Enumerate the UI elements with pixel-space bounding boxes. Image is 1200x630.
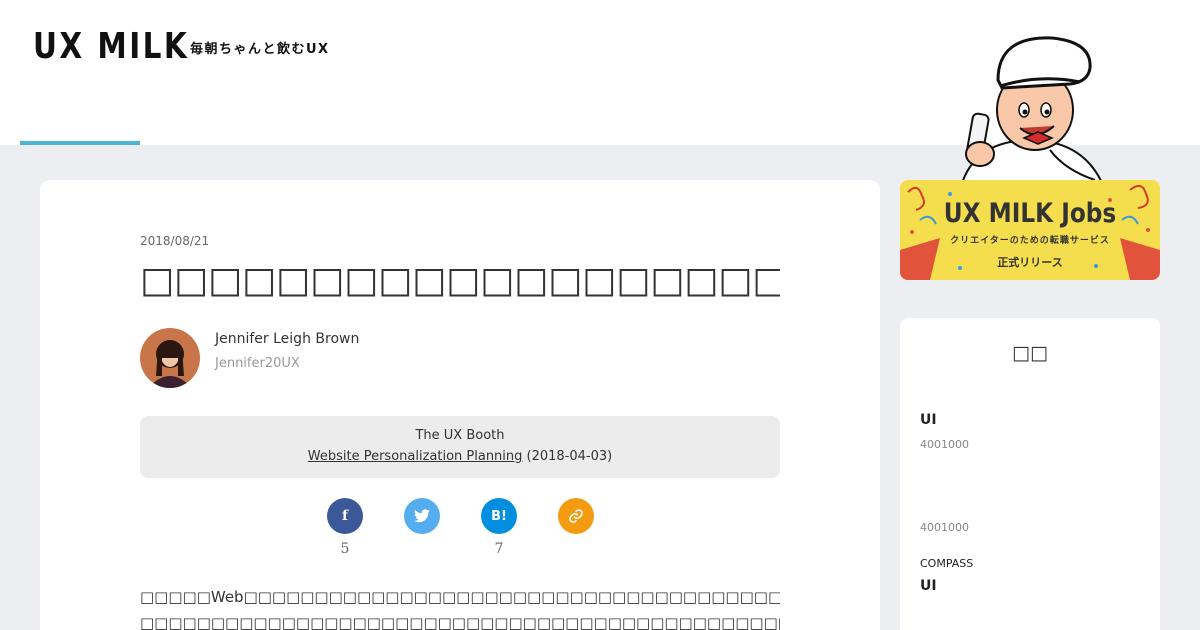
sidebar-item-title[interactable]: UI: [920, 578, 937, 594]
link-icon: [569, 509, 583, 523]
site-logo[interactable]: UX MILK: [33, 26, 189, 67]
author-handle[interactable]: Jennifer20UX: [215, 356, 300, 371]
milkman-mascot-illustration: [958, 36, 1107, 190]
source-publication: The UX Booth: [415, 428, 505, 443]
sidebar-item-title[interactable]: UI: [920, 412, 937, 428]
site-tagline: 毎朝ちゃんと飲むUX: [190, 42, 330, 57]
facebook-icon: f: [341, 508, 349, 524]
facebook-share-count: 5: [340, 541, 350, 557]
source-line: Website Personalization Planning (2018-0…: [140, 449, 780, 464]
sidebar-item-meta: 4001000: [920, 438, 969, 451]
hatena-bookmark-icon: B!: [491, 508, 507, 524]
banner-subtitle: クリエイターのための転職サービス: [950, 236, 1110, 246]
article-date: 2018/08/21: [140, 234, 210, 248]
banner-release-label: 正式リリース: [997, 256, 1063, 269]
share-facebook-button[interactable]: f: [327, 498, 363, 534]
sidebar-item-category: COMPASS: [920, 557, 974, 570]
sidebar-heading: □□: [1012, 342, 1048, 364]
copy-link-button[interactable]: [558, 498, 594, 534]
body-line: □□□□□Web□□□□□□□□□□□□□□□□□□□□□□□□□□□□□□□□…: [140, 588, 780, 606]
article-body: □□□□□Web□□□□□□□□□□□□□□□□□□□□□□□□□□□□□□□□…: [140, 584, 780, 630]
source-article-link[interactable]: Website Personalization Planning: [308, 449, 523, 464]
body-line: □□□□□□□□□□□□□□□□□□□□□□□□□□□□□□□□□□□□□□□□…: [140, 614, 780, 630]
author-photo: [140, 328, 200, 388]
ux-milk-jobs-banner[interactable]: UX MILK Jobs クリエイターのための転職サービス 正式リリース: [900, 180, 1160, 280]
hatena-share-count: 7: [494, 541, 504, 557]
author-avatar[interactable]: [140, 328, 200, 388]
sidebar-card: □□ UI 4001000 4001000 COMPASS UI: [900, 318, 1160, 630]
sidebar-item-meta: 4001000: [920, 521, 969, 534]
twitter-icon: [414, 509, 430, 523]
article-title: □□□□□□□□□□□□□□□□□□□□□□□□□□: [140, 260, 780, 301]
nav-active-indicator: [20, 141, 140, 145]
source-attribution: The UX Booth Website Personalization Pla…: [140, 416, 780, 478]
banner-title: UX MILK Jobs: [943, 198, 1117, 229]
author-name[interactable]: Jennifer Leigh Brown: [215, 331, 359, 347]
share-twitter-button[interactable]: [404, 498, 440, 534]
share-hatena-button[interactable]: B!: [481, 498, 517, 534]
source-date: (2018-04-03): [522, 449, 613, 464]
article-card: 2018/08/21 □□□□□□□□□□□□□□□□□□□□□□□□□□ Je…: [40, 180, 880, 630]
